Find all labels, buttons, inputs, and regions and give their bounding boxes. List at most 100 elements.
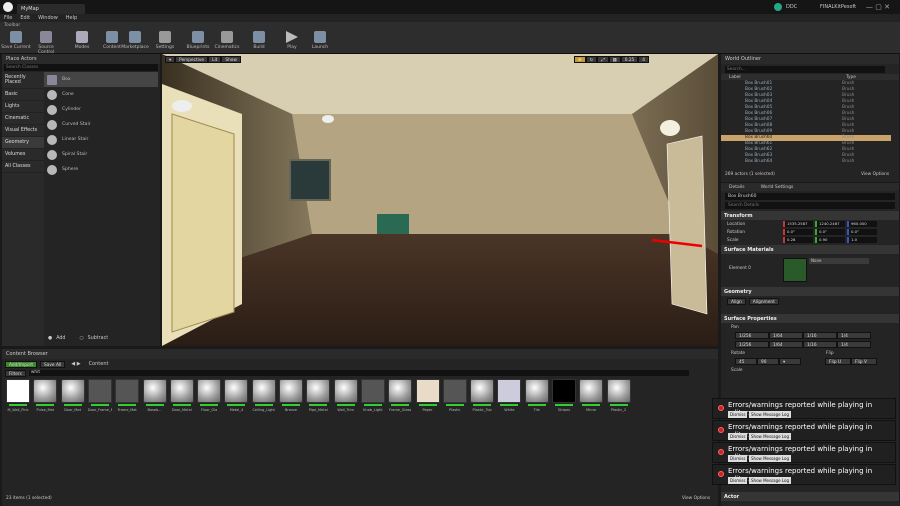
section-surface-materials[interactable]: Surface Materials [721, 245, 899, 254]
launch-button[interactable]: Launch [304, 31, 336, 50]
save-current-button[interactable]: Save Current [0, 31, 32, 50]
asset-tile[interactable]: White [497, 379, 522, 413]
build-button[interactable]: Build [243, 31, 275, 50]
asset-tile[interactable]: Baseb... [142, 379, 167, 413]
category-visual-effects[interactable]: Visual Effects [2, 125, 44, 137]
section-geometry[interactable]: Geometry [721, 287, 899, 296]
asset-tile[interactable]: Paper [415, 379, 440, 413]
show-message-log-button[interactable]: Show Message Log [749, 433, 792, 440]
pan-button[interactable]: 1/256 [735, 332, 769, 339]
add-import-button[interactable]: Add/Import [5, 360, 38, 368]
shape-cylinder[interactable]: Cylinder [44, 102, 158, 117]
shape-linear-stair[interactable]: Linear Stair [44, 132, 158, 147]
dismiss-button[interactable]: Dismiss [728, 455, 748, 462]
outliner-view-options[interactable]: View Options [861, 172, 889, 177]
blueprints-button[interactable]: Blueprints [182, 31, 214, 50]
dismiss-button[interactable]: Dismiss [728, 411, 748, 418]
asset-tile[interactable]: Plastic_2 [606, 379, 631, 413]
viewport-menu-button[interactable]: ▾ [165, 56, 176, 63]
rotate-mode-button[interactable]: ↻ [585, 56, 598, 63]
flip-v-button[interactable]: Flip V [851, 358, 877, 365]
asset-tile[interactable]: Metal_4 [224, 379, 249, 413]
asset-tile[interactable]: Knob_Light [360, 379, 385, 413]
path-breadcrumb[interactable]: Content [89, 361, 109, 367]
section-actor[interactable]: Actor [721, 492, 899, 501]
asset-tile[interactable]: Stripes [552, 379, 576, 413]
source-control-button[interactable]: Source Control [30, 31, 62, 55]
category-cinematic[interactable]: Cinematic [2, 113, 44, 125]
align-button[interactable]: Align [727, 297, 746, 305]
rotate-dropdown[interactable]: ▾ [779, 358, 801, 365]
asset-tile[interactable]: Door_Metal [169, 379, 194, 413]
location-y[interactable]: 1240.2467 [815, 221, 845, 227]
section-transform[interactable]: Transform [721, 211, 899, 220]
col-label[interactable]: Label [729, 75, 846, 80]
category-lights[interactable]: Lights [2, 101, 44, 113]
category-geometry[interactable]: Geometry [2, 137, 44, 149]
scale-y[interactable]: 0.90 [815, 237, 845, 243]
save-all-button[interactable]: Save All [40, 360, 66, 368]
class-search-input[interactable]: Search Classes [4, 64, 158, 71]
rotation-x[interactable]: 0.0° [783, 229, 813, 235]
asset-tile[interactable]: Wall_Trim [333, 379, 358, 413]
asset-tile[interactable]: Pipe_Metal [306, 379, 331, 413]
pan-button[interactable]: 1/256 [735, 341, 769, 348]
col-type[interactable]: Type [846, 75, 856, 80]
asset-tile[interactable]: Door_Mat [60, 379, 85, 413]
asset-tile[interactable]: Frame_Mat [115, 379, 140, 413]
category-recently-placed[interactable]: Recently Placed [2, 72, 44, 89]
actor-name-field[interactable]: Box Brush60 [725, 193, 895, 200]
pan-button[interactable]: 1/16 [803, 332, 837, 339]
snap-button[interactable]: ▦ [608, 56, 621, 63]
asset-tile[interactable]: M_Wall_Pink [6, 379, 30, 413]
asset-tile[interactable]: Floor_Gla [197, 379, 222, 413]
shape-spiral-stair[interactable]: Spiral Stair [44, 147, 158, 162]
asset-tile[interactable]: Pulse_Mat [33, 379, 58, 413]
asset-tile[interactable]: Bronze [279, 379, 303, 413]
pan-button[interactable]: 1/4 [837, 332, 871, 339]
content-view-options[interactable]: View Options [682, 496, 710, 501]
section-surface-properties[interactable]: Surface Properties [721, 314, 899, 323]
source-control-icon[interactable] [774, 3, 782, 11]
modes-button[interactable]: Modes [66, 31, 98, 50]
nav-arrows[interactable]: ◀ ▶ [71, 361, 80, 367]
asset-tile[interactable]: Mirror [579, 379, 604, 413]
asset-tile[interactable]: Frame_Glass [388, 379, 413, 413]
tab-details[interactable]: Details [721, 185, 753, 190]
translate-mode-button[interactable]: ✥ [574, 56, 586, 63]
rotation-y[interactable]: 0.0° [815, 229, 845, 235]
asset-tile[interactable]: Plastic_Tub [470, 379, 495, 413]
scale-z[interactable]: 1.0 [847, 237, 877, 243]
rotate-90-button[interactable]: 90 [757, 358, 779, 365]
location-z[interactable]: 960.000 [847, 221, 877, 227]
filters-button[interactable]: Filters [5, 369, 26, 377]
category-volumes[interactable]: Volumes [2, 149, 44, 161]
asset-tile[interactable]: Plastic [442, 379, 467, 413]
cinematics-button[interactable]: Cinematics [211, 31, 243, 50]
show-message-log-button[interactable]: Show Message Log [749, 455, 792, 462]
location-x[interactable]: 1535.2587 [783, 221, 813, 227]
radio-subtract[interactable]: ○ [79, 336, 83, 341]
window-controls[interactable]: — ▢ ✕ [866, 3, 890, 11]
show-button[interactable]: Show [221, 56, 241, 63]
flip-u-button[interactable]: Flip U [825, 358, 851, 365]
scale-mode-button[interactable]: ⤢ [597, 56, 609, 63]
shape-box[interactable]: Box [44, 72, 158, 87]
shape-cone[interactable]: Cone [44, 87, 158, 102]
pan-button[interactable]: 1/4 [837, 341, 871, 348]
settings-button[interactable]: Settings [149, 31, 181, 50]
material-thumbnail[interactable] [783, 258, 807, 282]
scale-x[interactable]: 0.28 [783, 237, 813, 243]
asset-tile[interactable]: Tile [524, 379, 549, 413]
asset-tile[interactable]: Ceiling_Light [251, 379, 276, 413]
rotation-z[interactable]: 0.0° [847, 229, 877, 235]
level-tab[interactable]: MyMap [17, 4, 85, 14]
camera-button[interactable]: 4 [638, 56, 650, 63]
pan-button[interactable]: 1/64 [769, 332, 803, 339]
outliner-search-input[interactable]: Search... [725, 66, 885, 73]
asset-tile[interactable]: Door_Frame_Mat [87, 379, 112, 413]
dismiss-button[interactable]: Dismiss [728, 477, 748, 484]
material-dropdown[interactable]: None [809, 258, 869, 264]
rotate-45-button[interactable]: 45 [735, 358, 757, 365]
category-basic[interactable]: Basic [2, 89, 44, 101]
